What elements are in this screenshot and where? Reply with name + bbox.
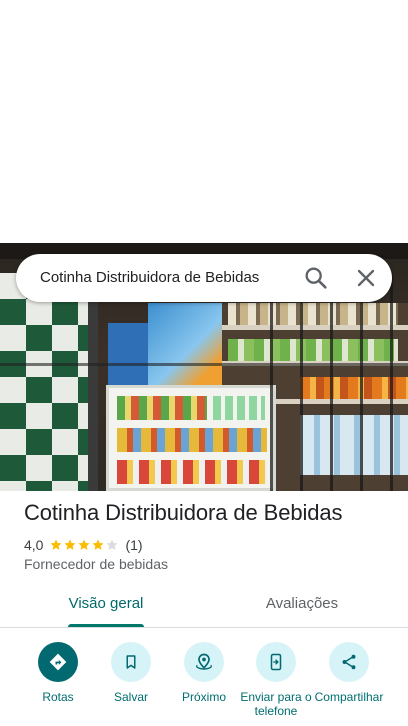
star-filled-icon (92, 539, 105, 550)
star-filled-icon (78, 539, 91, 550)
clear-search-button[interactable] (352, 264, 380, 292)
photo-pillar (88, 273, 98, 491)
photo-grille-bar (330, 273, 333, 491)
star-filled-icon (64, 539, 77, 550)
star-filled-icon (50, 539, 63, 550)
directions-icon (49, 653, 67, 671)
bookmark-icon (126, 655, 136, 669)
star-empty-icon (106, 539, 119, 550)
photo-tiled-wall (0, 273, 92, 491)
photo-goods (228, 303, 398, 325)
send-to-phone-icon (270, 653, 282, 671)
directions-label: Rotas (42, 690, 74, 704)
photo-grille-bar (270, 273, 273, 491)
tab-overview[interactable]: Visão geral (50, 595, 162, 612)
tab-reviews[interactable]: Avaliações (246, 595, 358, 612)
nearby-label: Próximo (181, 690, 226, 704)
review-count: (1) (125, 537, 143, 553)
search-input[interactable]: Cotinha Distribuidora de Bebidas (40, 269, 259, 286)
save-label: Salvar (113, 690, 148, 704)
photo-shelf (222, 325, 408, 330)
place-title: Cotinha Distribuidora de Bebidas (24, 500, 343, 525)
send-to-phone-button[interactable]: Enviar para o telefone (240, 642, 312, 720)
photo-grille-rail (0, 363, 408, 366)
star-rating (49, 538, 119, 552)
share-button[interactable]: Compartilhar (313, 642, 385, 720)
rating-value: 4,0 (24, 537, 44, 553)
photo-poster (148, 303, 228, 385)
place-category[interactable]: Fornecedor de bebidas (24, 556, 168, 572)
search-bar[interactable]: Cotinha Distribuidora de Bebidas (16, 254, 392, 302)
save-button[interactable]: Salvar (95, 642, 167, 720)
photo-grille-bar (360, 273, 363, 491)
share-label: Compartilhar (314, 690, 384, 704)
share-icon (342, 654, 356, 670)
directions-button[interactable]: Rotas (22, 642, 94, 720)
save-button-circle[interactable] (111, 642, 151, 682)
send-to-phone-button-circle[interactable] (256, 642, 296, 682)
photo-goods (228, 339, 398, 361)
nearby-button-circle[interactable] (184, 642, 224, 682)
photo-grille-bar (300, 273, 303, 491)
nearby-icon (196, 653, 212, 670)
send-to-phone-label: Enviar para o telefone (240, 690, 312, 718)
share-button-circle[interactable] (329, 642, 369, 682)
close-icon (357, 269, 375, 287)
directions-button-circle[interactable] (38, 642, 78, 682)
photo-grille-bar (390, 273, 393, 491)
rating-row[interactable]: 4,0 (1) (24, 536, 143, 554)
nearby-button[interactable]: Próximo (168, 642, 240, 720)
tab-divider (0, 627, 408, 628)
photo-counter (106, 385, 276, 491)
search-icon (305, 267, 327, 289)
photo-poster-left (108, 323, 148, 385)
search-button[interactable] (302, 264, 330, 292)
